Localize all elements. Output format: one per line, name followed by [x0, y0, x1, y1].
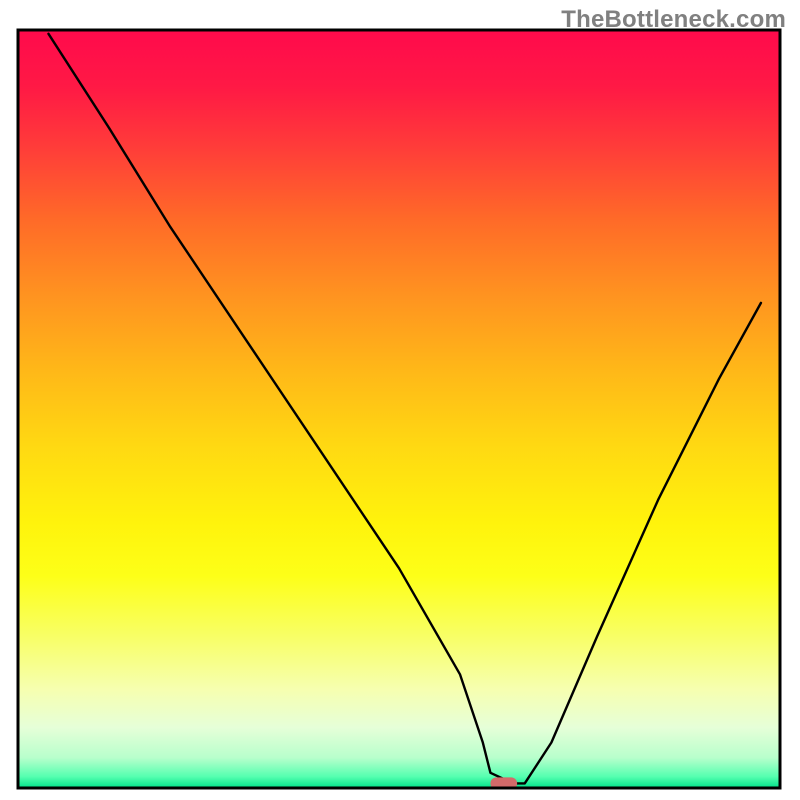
- chart-background-gradient: [18, 30, 780, 788]
- chart-container: TheBottleneck.com: [0, 0, 800, 800]
- watermark-text: TheBottleneck.com: [561, 6, 786, 34]
- bottleneck-chart: [0, 0, 800, 800]
